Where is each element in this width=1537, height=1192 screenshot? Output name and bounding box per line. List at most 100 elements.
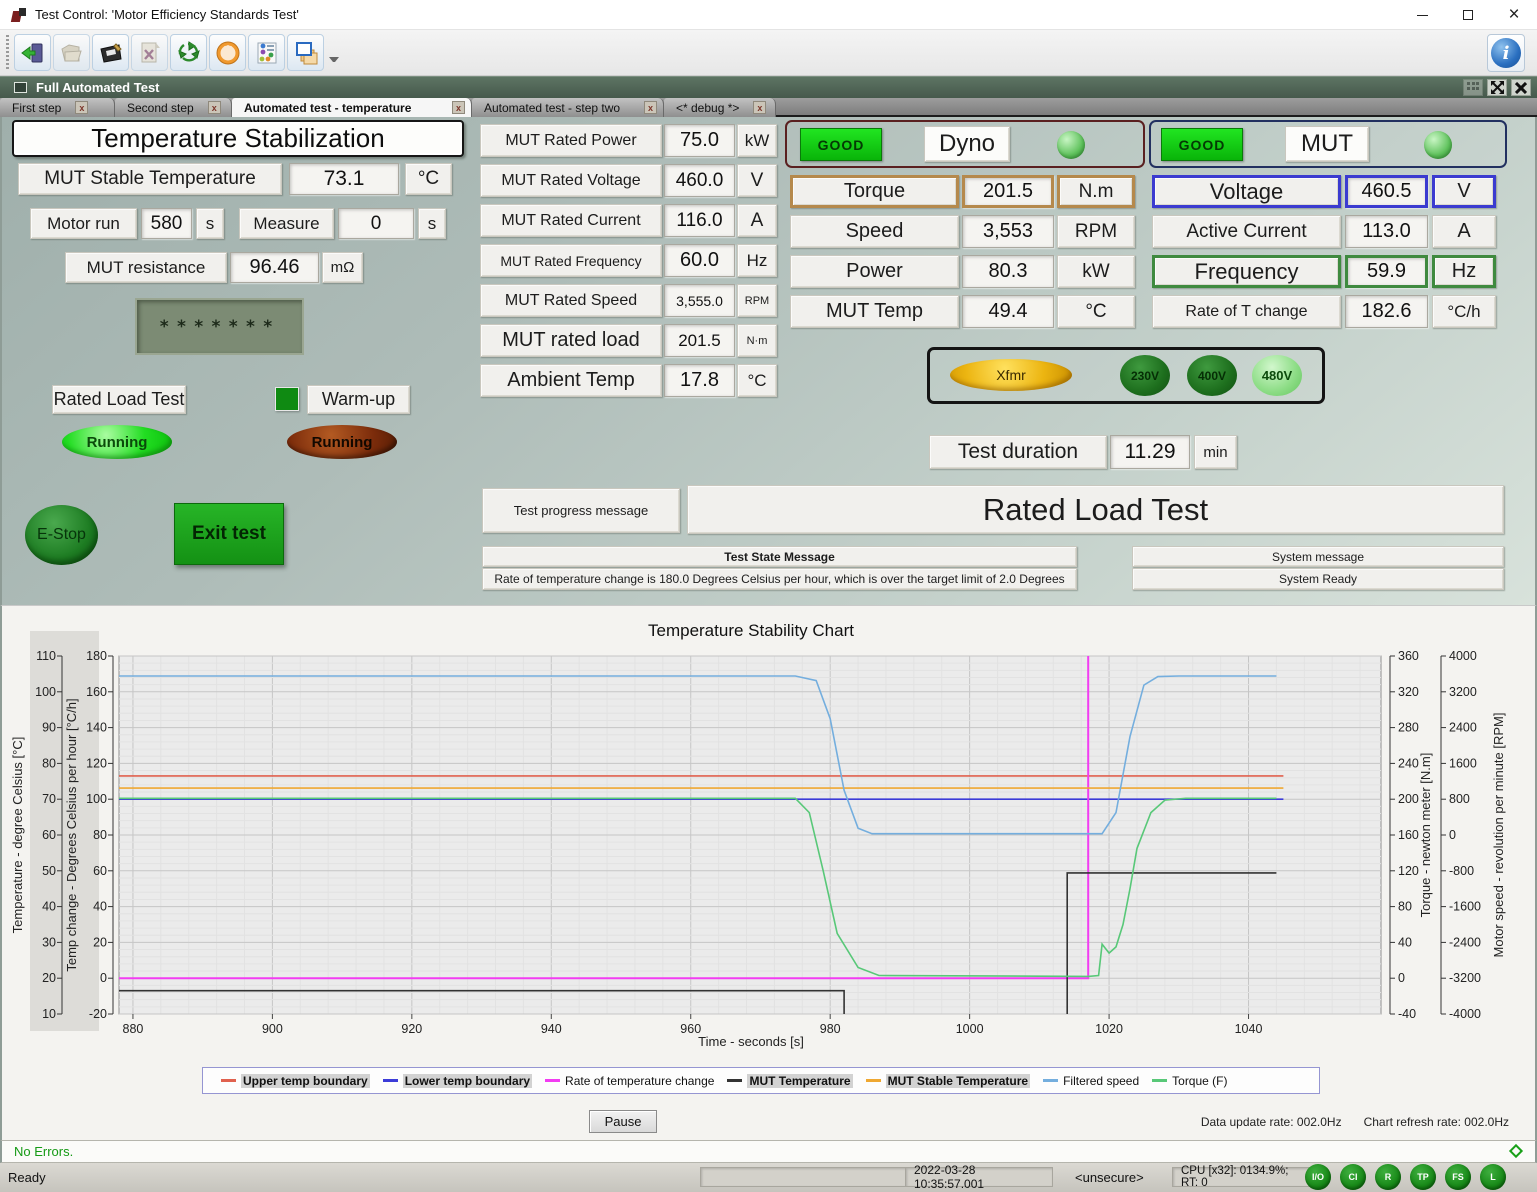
estop-button[interactable]: E-Stop (25, 505, 98, 565)
toolbar-overflow-icon[interactable] (329, 57, 339, 67)
save-icon[interactable] (92, 34, 129, 71)
tab-close-icon[interactable]: x (753, 101, 766, 114)
close-button[interactable]: × (1491, 0, 1537, 30)
tab-first-step[interactable]: First stepx (0, 98, 115, 117)
rated-row-value: 17.8 (664, 364, 735, 397)
dyno-good-indicator[interactable]: GOOD (800, 128, 882, 161)
tab-close-icon[interactable]: x (452, 101, 465, 114)
svg-text:90: 90 (42, 721, 56, 735)
status-led[interactable]: I/O (1305, 1164, 1331, 1190)
legend-item[interactable]: Filtered speed (1043, 1074, 1139, 1088)
mut-row-value: 460.5 (1345, 175, 1428, 208)
svg-text:40: 40 (42, 900, 56, 914)
legend-item[interactable]: Upper temp boundary (221, 1074, 370, 1088)
status-led[interactable]: CI (1340, 1164, 1366, 1190)
pause-button[interactable]: Pause (589, 1110, 657, 1133)
legend-item[interactable]: Rate of temperature change (545, 1074, 714, 1088)
svg-text:20: 20 (42, 971, 56, 985)
warmup-checkbox[interactable] (275, 387, 299, 411)
maximize-button[interactable] (1445, 0, 1491, 30)
tab-automated-temperature[interactable]: Automated test - temperaturex (232, 98, 472, 117)
close-panel-icon[interactable] (1511, 79, 1531, 96)
test-state-header: Test State Message (482, 546, 1077, 567)
tab-second-step[interactable]: Second stepx (115, 98, 232, 117)
cpu-box: CPU [x32]: 0134.9%; RT: 0 (1172, 1167, 1314, 1187)
test-state-message: Rate of temperature change is 180.0 Degr… (482, 568, 1077, 590)
dyno-title: Dyno (924, 126, 1010, 162)
data-update-rate: Data update rate: 002.0Hz (1201, 1115, 1342, 1129)
svg-text:80: 80 (42, 756, 56, 770)
svg-text:360: 360 (1398, 649, 1419, 663)
resistance-value: 96.46 (230, 252, 319, 283)
tab-debug[interactable]: <* debug *>x (664, 98, 776, 117)
error-refresh-icon[interactable] (1509, 1144, 1523, 1158)
rated-row-label: MUT Rated Power (480, 124, 662, 157)
restore-icon[interactable] (1487, 79, 1507, 96)
legend-item[interactable]: MUT Temperature (727, 1074, 852, 1088)
svg-text:240: 240 (1398, 756, 1419, 770)
svg-text:-4000: -4000 (1449, 1007, 1481, 1021)
dyno-row-unit: RPM (1057, 215, 1135, 248)
mut-row-value: 182.6 (1345, 295, 1428, 328)
xfmr-tap-480v[interactable]: 480V (1252, 355, 1302, 396)
secure-text: <unsecure> (1075, 1170, 1144, 1185)
rated-row-unit: Hz (737, 244, 777, 277)
rated-row-unit: A (737, 204, 777, 237)
test-duration-label: Test duration (929, 435, 1107, 469)
svg-text:-20: -20 (89, 1007, 107, 1021)
svg-text:50: 50 (42, 864, 56, 878)
measure-label: Measure (239, 208, 334, 239)
svg-text:180: 180 (86, 649, 107, 663)
xfmr-tap-400v[interactable]: 400V (1187, 355, 1237, 396)
dyno-row-label: Speed (790, 215, 959, 248)
legend-item[interactable]: Torque (F) (1152, 1074, 1227, 1088)
status-led[interactable]: L (1480, 1164, 1506, 1190)
settings-panel-icon[interactable] (248, 34, 285, 71)
svg-text:Temp change - Degrees Celsius: Temp change - Degrees Celsius per hour [… (64, 698, 79, 971)
svg-text:160: 160 (1398, 828, 1419, 842)
stop-hand-icon[interactable] (209, 34, 246, 71)
dyno-row-unit: kW (1057, 255, 1135, 288)
info-icon[interactable]: i (1487, 34, 1525, 72)
status-led[interactable]: TP (1410, 1164, 1436, 1190)
toolbar: i (0, 30, 1537, 76)
dyno-row-label: MUT Temp (790, 295, 959, 328)
stable-temp-value: 73.1 (289, 163, 399, 195)
tab-close-icon[interactable]: x (644, 101, 657, 114)
minimize-button[interactable] (1399, 0, 1445, 30)
resistance-unit: mΩ (322, 252, 363, 283)
legend-item[interactable]: Lower temp boundary (383, 1074, 532, 1088)
test-duration-unit: min (1194, 435, 1237, 469)
refresh-icon[interactable] (170, 34, 207, 71)
dyno-row-label: Power (790, 255, 959, 288)
legend-item[interactable]: MUT Stable Temperature (866, 1074, 1030, 1088)
open-icon[interactable] (53, 34, 90, 71)
tab-automated-step-two[interactable]: Automated test - step twox (472, 98, 664, 117)
window-title: Test Control: 'Motor Efficiency Standard… (35, 7, 299, 22)
delete-icon[interactable] (131, 34, 168, 71)
xfmr-indicator: Xfmr (950, 359, 1072, 391)
status-led[interactable]: R (1375, 1164, 1401, 1190)
error-strip: No Errors. (0, 1140, 1537, 1163)
dyno-row-value: 3,553 (962, 215, 1054, 248)
tab-close-icon[interactable]: x (208, 101, 221, 114)
dyno-row-value: 49.4 (962, 295, 1054, 328)
exit-test-button[interactable]: Exit test (174, 503, 284, 565)
legend-dash (221, 1079, 236, 1082)
svg-text:280: 280 (1398, 721, 1419, 735)
warmup-status-indicator: Running (287, 425, 397, 459)
rated-row-label: MUT Rated Voltage (480, 164, 662, 197)
svg-text:1000: 1000 (956, 1022, 984, 1036)
rated-row-unit: kW (737, 124, 777, 157)
rated-row-label: MUT Rated Speed (480, 284, 662, 317)
mut-good-indicator[interactable]: GOOD (1161, 128, 1243, 161)
svg-text:60: 60 (42, 828, 56, 842)
exit-door-icon[interactable] (14, 34, 51, 71)
windows-icon[interactable] (287, 34, 324, 71)
dock-grid-icon[interactable] (1463, 79, 1483, 96)
xfmr-tap-230v[interactable]: 230V (1120, 355, 1170, 396)
status-led[interactable]: FS (1445, 1164, 1471, 1190)
svg-text:100: 100 (35, 685, 56, 699)
mut-row-unit: °C/h (1432, 295, 1496, 328)
tab-close-icon[interactable]: x (75, 101, 88, 114)
